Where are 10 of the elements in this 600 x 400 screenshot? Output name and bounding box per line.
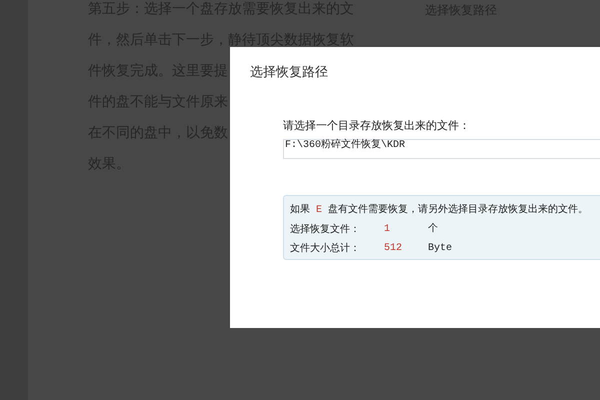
path-label: 请选择一个目录存放恢复出来的文件： [283,118,470,134]
stat-unit: 个 [428,222,438,237]
stat-label: 文件大小总计： [290,242,361,256]
stat-unit: Byte [428,242,452,256]
path-input[interactable]: F:\360粉碎文件恢复\KDR [283,138,600,158]
stat-value: 1 [384,223,392,237]
dialog-title: 选择恢复路径 [250,64,328,82]
notice-text: 如果 E 盘有文件需要恢复，请另外选择目录存放恢复出来的文件。 [290,202,588,218]
stat-value: 512 [384,242,404,256]
stat-label: 选择恢复文件： [290,222,361,237]
